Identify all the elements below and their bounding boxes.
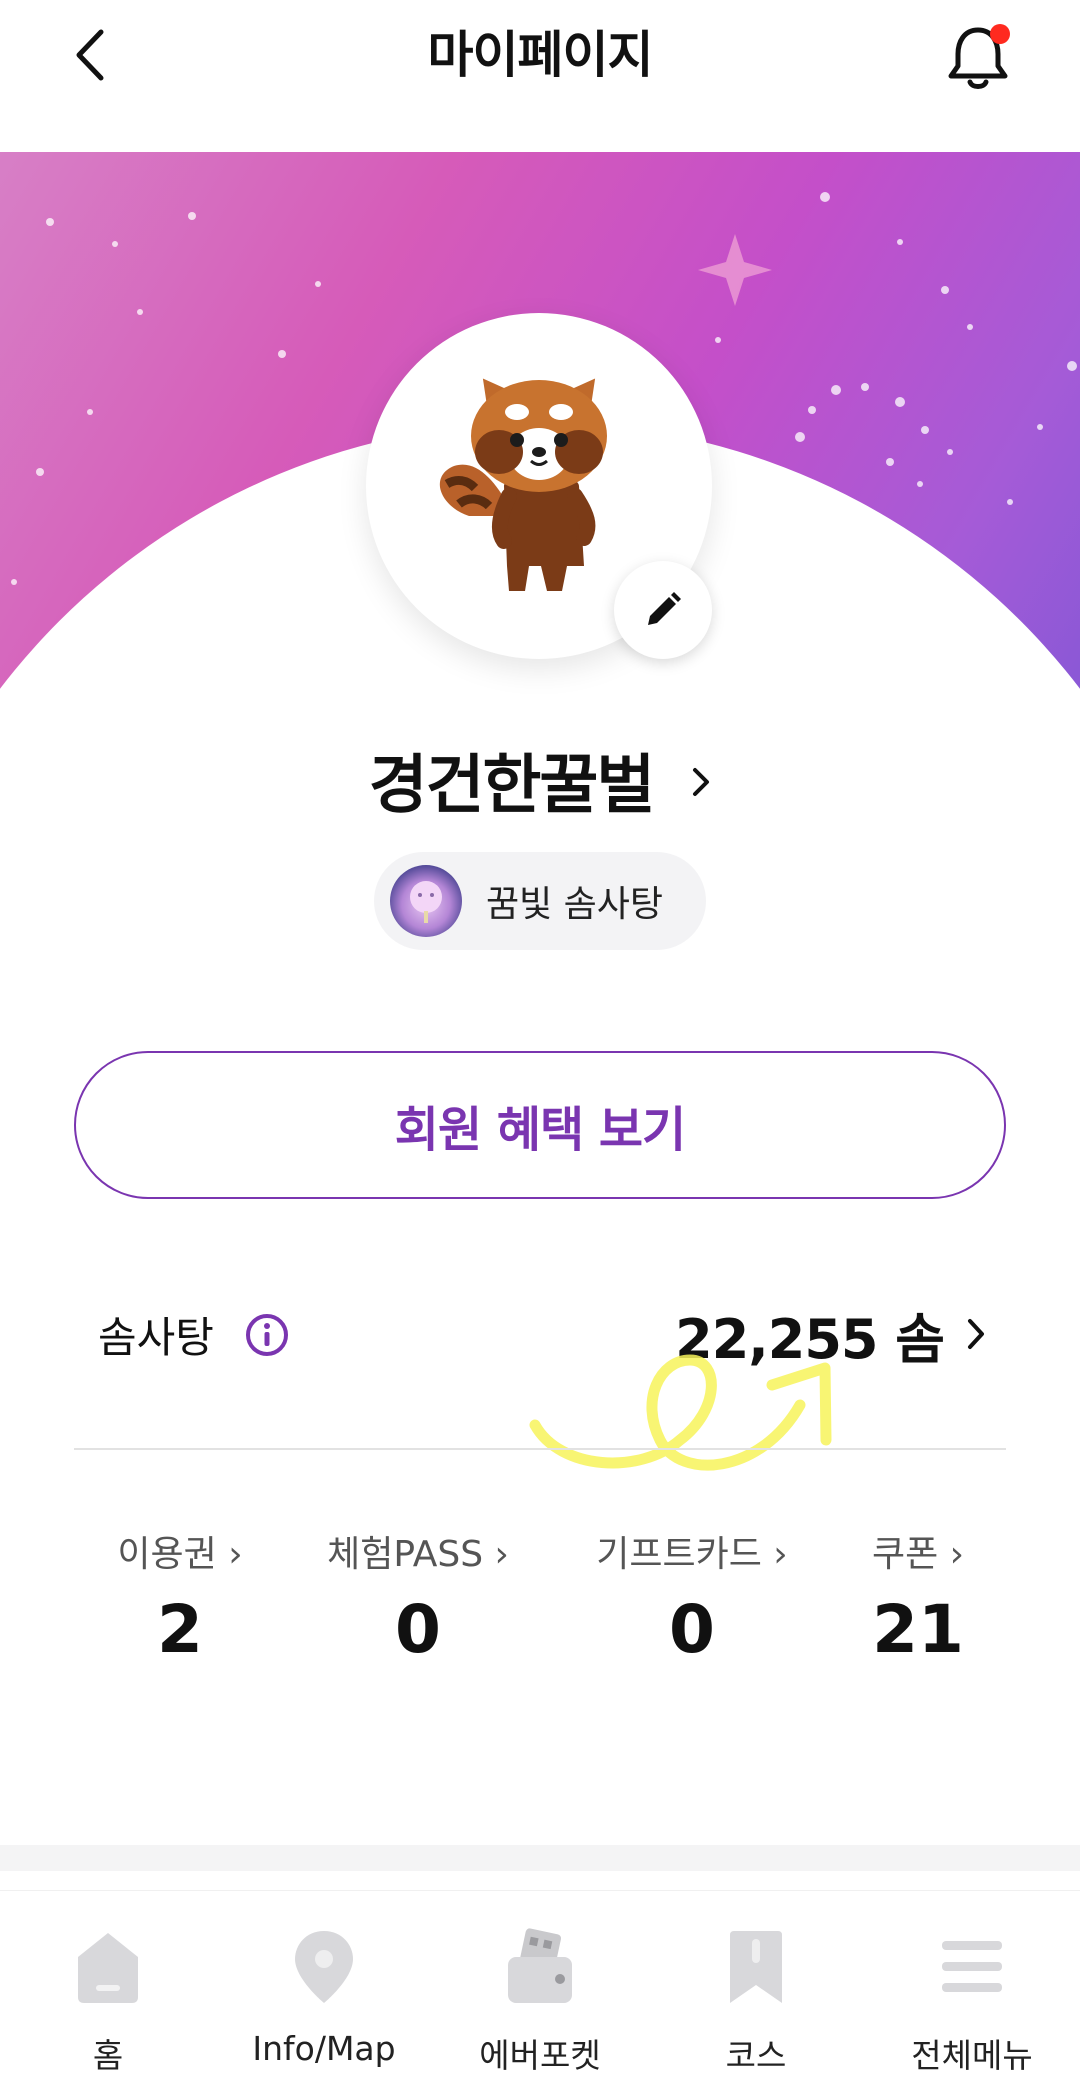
- edit-avatar-button[interactable]: [614, 561, 712, 659]
- stat-value: 21: [872, 1591, 964, 1668]
- stat-experience-pass[interactable]: 체험PASS › 0: [314, 1525, 522, 1668]
- nav-home[interactable]: 홈: [0, 1891, 216, 2085]
- info-icon[interactable]: [244, 1312, 290, 1358]
- red-panda-icon: [439, 373, 607, 591]
- app-header: 마이페이지: [0, 0, 1080, 152]
- bottom-navigation: 홈 Info/Map 에버포켓 코스 전체메뉴: [0, 1890, 1080, 2085]
- highlight-scribble: [529, 1354, 832, 1471]
- section-separator: [0, 1845, 1080, 1871]
- nickname-link[interactable]: 경건한꿀벌: [0, 735, 1080, 825]
- bookmark-icon: [730, 1931, 782, 2003]
- points-label: 솜사탕: [98, 1313, 214, 1362]
- nav-label: 홈: [92, 2036, 124, 2075]
- badge-label: 꿈빛 솜사탕: [486, 884, 664, 925]
- notification-button[interactable]: [944, 18, 1014, 92]
- nav-label: 코스: [725, 2036, 787, 2075]
- stat-label: 쿠폰 ›: [871, 1534, 965, 1575]
- wallet-icon: [508, 1928, 572, 2003]
- stat-gift-card[interactable]: 기프트카드 › 0: [584, 1525, 800, 1668]
- notification-dot: [990, 24, 1010, 44]
- cotton-candy-icon: [390, 865, 462, 937]
- nav-ever-pocket[interactable]: 에버포켓: [432, 1891, 648, 2085]
- chevron-right-icon: [693, 768, 710, 796]
- grade-badge[interactable]: 꿈빛 솜사탕: [374, 852, 706, 950]
- stat-label: 기프트카드 ›: [596, 1534, 788, 1575]
- nav-label: Info/Map: [252, 2029, 396, 2068]
- nav-full-menu[interactable]: 전체메뉴: [864, 1891, 1080, 2085]
- nav-course[interactable]: 코스: [648, 1891, 864, 2085]
- member-benefits-button[interactable]: 회원 혜택 보기: [74, 1051, 1006, 1199]
- nav-info-map[interactable]: Info/Map: [216, 1891, 432, 2085]
- home-icon: [78, 1933, 138, 2003]
- menu-icon: [942, 1941, 1002, 1992]
- chevron-right-icon: [968, 1319, 984, 1349]
- stat-value: 0: [669, 1591, 715, 1668]
- stat-passes[interactable]: 이용권 › 2: [100, 1525, 260, 1668]
- stat-value: 2: [157, 1591, 203, 1668]
- nav-label: 전체메뉴: [911, 2036, 1033, 2075]
- stat-coupon[interactable]: 쿠폰 › 21: [850, 1525, 986, 1668]
- stat-label: 체험PASS ›: [327, 1534, 509, 1575]
- map-pin-icon: [295, 1931, 353, 2003]
- divider: [74, 1448, 1006, 1450]
- pencil-icon: [648, 592, 681, 625]
- stat-label: 이용권 ›: [117, 1534, 243, 1575]
- nav-label: 에버포켓: [479, 2036, 601, 2075]
- page-title: 마이페이지: [427, 26, 654, 84]
- nickname: 경건한꿀벌: [368, 749, 655, 823]
- stat-value: 0: [395, 1591, 441, 1668]
